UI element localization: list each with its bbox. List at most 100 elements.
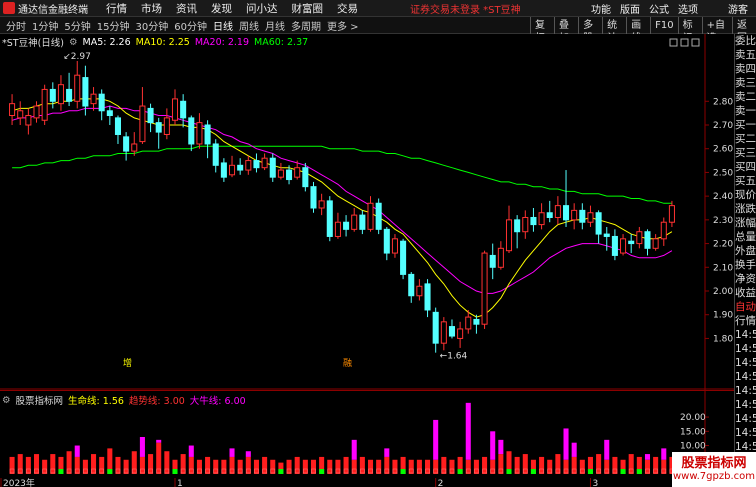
candle bbox=[82, 77, 89, 107]
candlestick-chart[interactable]: 2.80 2.70 2.60 2.50 2.40 2.30 2.20 2.10 2.00 1.90… bbox=[0, 34, 734, 390]
ind-y-tick-label: 20.00 bbox=[680, 413, 706, 423]
candle bbox=[212, 143, 219, 166]
menu-market[interactable]: 市场 bbox=[141, 1, 162, 16]
watermark-url: www.7gpzb.com bbox=[673, 471, 755, 482]
candle bbox=[530, 216, 537, 226]
ind-green-bar bbox=[58, 469, 64, 474]
menu-wealth[interactable]: 财富圈 bbox=[292, 1, 324, 16]
candle bbox=[562, 205, 570, 221]
tool-overlay[interactable]: 叠加 bbox=[554, 17, 578, 44]
side-panel-item: 委比 bbox=[735, 35, 756, 47]
low-annotation: ←1.64 bbox=[440, 352, 468, 362]
ind-spike bbox=[156, 439, 162, 443]
y-tick-label: 2.00 bbox=[713, 287, 733, 297]
candle bbox=[33, 105, 40, 119]
ind-spike bbox=[384, 448, 390, 457]
period-daily[interactable]: 日线 bbox=[213, 18, 233, 33]
indicator-legend: ⚙ 股票指标网 生命线: 1.56 趋势线: 3.00 大牛线: 6.00 bbox=[2, 393, 251, 408]
period-multi[interactable]: 多周期 bbox=[291, 18, 321, 33]
tool-f10[interactable]: F10 bbox=[650, 17, 677, 34]
tool-draw[interactable]: 画线 bbox=[626, 17, 650, 44]
ind-green-bar bbox=[107, 469, 113, 474]
menu-options[interactable]: 选项 bbox=[678, 1, 698, 16]
menu-functions[interactable]: 功能 bbox=[591, 1, 611, 16]
tool-multi-stock[interactable]: 多股 bbox=[578, 17, 602, 44]
menu-assistant[interactable]: 问小达 bbox=[246, 1, 278, 16]
ma10-label: MA10: 2.25 bbox=[135, 36, 190, 48]
candle bbox=[359, 214, 366, 230]
candle bbox=[131, 143, 138, 152]
ind-spike bbox=[604, 439, 610, 460]
period-intraday[interactable]: 分时 bbox=[6, 18, 26, 33]
tool-add-watch[interactable]: +自选 bbox=[701, 17, 732, 44]
candle bbox=[628, 240, 635, 245]
menu-discover[interactable]: 发现 bbox=[211, 1, 232, 16]
menu-trade[interactable]: 交易 bbox=[337, 1, 358, 16]
app-title: 通达信金融终端 bbox=[18, 4, 88, 16]
menu-formula[interactable]: 公式 bbox=[649, 1, 669, 16]
candle bbox=[546, 212, 553, 218]
ind-green-bar bbox=[400, 469, 406, 474]
indicator-settings-icon[interactable]: ⚙ bbox=[2, 395, 11, 406]
period-60min[interactable]: 60分钟 bbox=[174, 18, 207, 33]
login-notice[interactable]: 证券交易未登录 *ST豆神 bbox=[410, 1, 521, 16]
candle bbox=[571, 209, 578, 221]
side-panel-item: 涨幅 bbox=[735, 217, 756, 229]
y-tick-label: 1.90 bbox=[713, 311, 733, 321]
tool-stats[interactable]: 统计 bbox=[602, 17, 626, 44]
ind-spike bbox=[351, 439, 357, 460]
period-1min[interactable]: 1分钟 bbox=[32, 18, 58, 33]
menu-news[interactable]: 资讯 bbox=[176, 1, 197, 16]
bull-line-label: 大牛线: 6.00 bbox=[189, 396, 246, 407]
tool-adjust[interactable]: 复权 bbox=[530, 17, 554, 44]
settings-icon[interactable]: ⚙ bbox=[69, 37, 78, 48]
ind-green-bar bbox=[172, 469, 178, 474]
period-more[interactable]: 更多 > bbox=[327, 18, 359, 33]
period-30min[interactable]: 30分钟 bbox=[135, 18, 168, 33]
ind-green-bar bbox=[506, 469, 512, 474]
menu-quotes[interactable]: 行情 bbox=[106, 1, 127, 16]
side-panel-item: 14:5 bbox=[735, 399, 756, 411]
menu-layout[interactable]: 版面 bbox=[620, 1, 640, 16]
guest-label[interactable]: 游客 bbox=[728, 1, 748, 16]
side-panel-item: 总量 bbox=[735, 231, 756, 243]
candle bbox=[139, 105, 146, 143]
candle bbox=[114, 117, 122, 135]
candle bbox=[595, 212, 602, 235]
side-panel-item: 自动 bbox=[735, 301, 756, 313]
ind-spike bbox=[245, 451, 251, 457]
candle bbox=[294, 167, 301, 178]
ind-spike bbox=[661, 448, 667, 460]
period-monthly[interactable]: 月线 bbox=[265, 18, 285, 33]
ind-spike bbox=[139, 437, 145, 457]
date-label: 3 bbox=[592, 479, 598, 487]
candle bbox=[440, 321, 447, 344]
candle bbox=[253, 160, 260, 169]
candle bbox=[228, 164, 236, 176]
candle bbox=[74, 74, 81, 102]
candle bbox=[204, 124, 211, 145]
main-legend: *ST豆神(日线) ⚙ MA5: 2.26 MA10: 2.25 MA20: 2… bbox=[2, 35, 313, 50]
high-annotation: ↙2.97 bbox=[63, 52, 91, 62]
tool-mark[interactable]: 标记 bbox=[677, 17, 702, 44]
side-panel-item: 涨跌 bbox=[735, 203, 756, 215]
candle bbox=[310, 186, 317, 209]
period-5min[interactable]: 5分钟 bbox=[64, 18, 90, 33]
candle bbox=[636, 231, 643, 245]
tool-back[interactable]: 返回 bbox=[732, 17, 756, 44]
side-panel-item: 14:5 bbox=[735, 385, 756, 397]
candle bbox=[367, 202, 374, 230]
side-panel-item: 行情 bbox=[735, 315, 756, 327]
candle bbox=[261, 157, 268, 169]
side-panel-item: 14:5 bbox=[735, 357, 756, 369]
period-15min[interactable]: 15分钟 bbox=[97, 18, 130, 33]
period-weekly[interactable]: 周线 bbox=[239, 18, 259, 33]
candle bbox=[383, 228, 390, 254]
candle bbox=[448, 326, 456, 337]
candle bbox=[391, 238, 398, 254]
side-panel-item: 外盘 bbox=[735, 245, 756, 257]
ind-green-bar bbox=[636, 469, 642, 474]
candle bbox=[180, 100, 187, 119]
candle bbox=[147, 107, 154, 124]
side-panel-item: 买四 bbox=[735, 161, 756, 173]
